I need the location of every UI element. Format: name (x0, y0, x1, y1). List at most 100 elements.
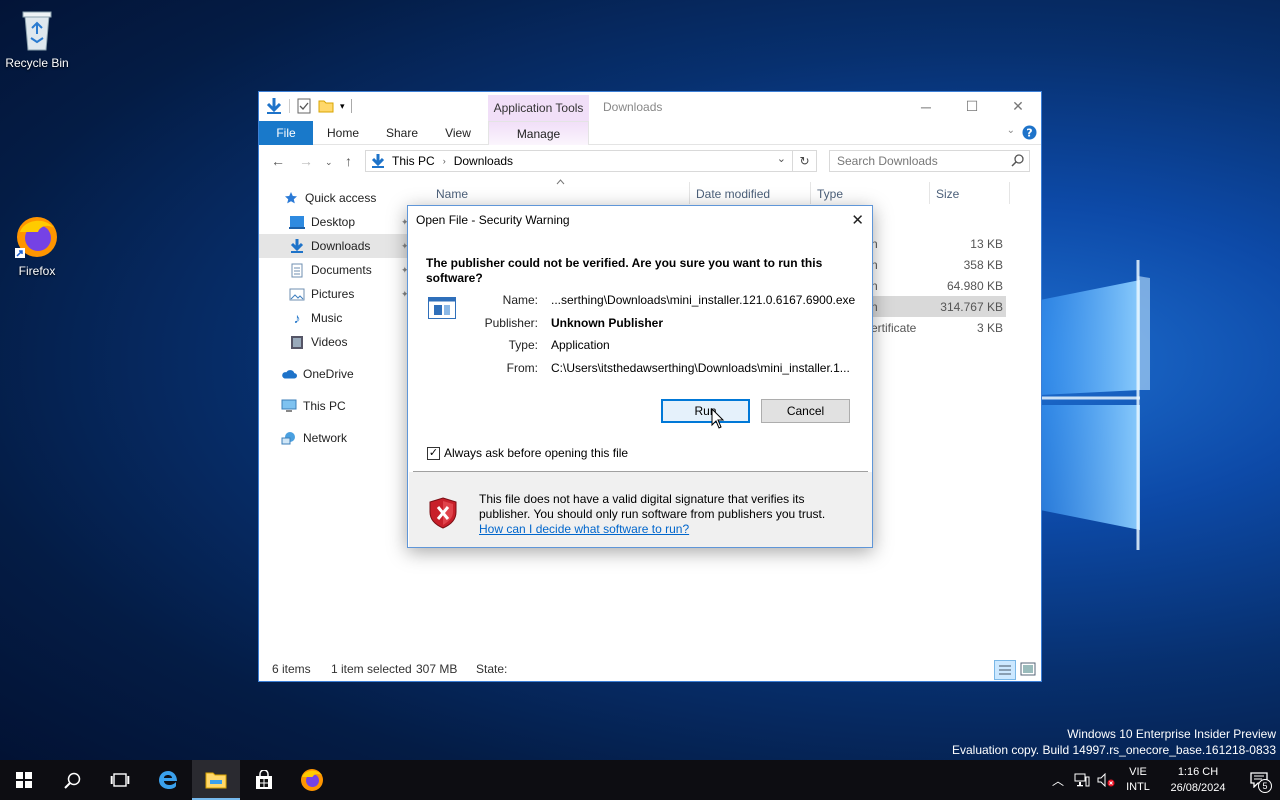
status-item-count: 6 items (272, 662, 311, 676)
language-code: VIE (1129, 766, 1147, 778)
nav-this-pc[interactable]: This PC (259, 394, 409, 418)
clock[interactable]: 1:16 CH 26/08/2024 (1158, 764, 1238, 796)
downloads-folder-icon (371, 154, 385, 168)
file-explorer-icon (205, 772, 227, 789)
help-link[interactable]: How can I decide what software to run? (479, 522, 689, 536)
field-label: Type: (508, 338, 538, 352)
nav-pictures[interactable]: Pictures ✦ (259, 282, 409, 306)
new-folder-icon[interactable] (318, 98, 334, 114)
tab-share[interactable]: Share (379, 121, 425, 145)
file-explorer-button[interactable] (192, 760, 240, 800)
run-button[interactable]: Run (661, 399, 750, 423)
checkbox-label: Always ask before opening this file (444, 446, 629, 460)
back-arrow-icon[interactable]: ← (271, 153, 285, 169)
tab-view[interactable]: View (437, 121, 479, 145)
network-status-icon[interactable] (1070, 760, 1094, 800)
address-dropdown-icon[interactable]: ⌄ (777, 152, 786, 165)
nav-label: This PC (303, 399, 346, 413)
address-bar[interactable]: This PC › Downloads ⌄ (365, 150, 793, 172)
details-view-icon[interactable] (994, 660, 1016, 680)
taskbar: ︿ VIE INTL 1:16 CH 26/08/2024 5 (0, 760, 1280, 800)
forward-arrow-icon[interactable]: → (299, 153, 313, 169)
nav-documents[interactable]: Documents ✦ (259, 258, 409, 282)
cancel-button[interactable]: Cancel (761, 399, 850, 423)
field-value-filename: ...serthing\Downloads\mini_installer.121… (551, 293, 856, 307)
nav-videos[interactable]: Videos (259, 330, 409, 354)
desktop-icon-recycle-bin[interactable]: Recycle Bin (0, 8, 74, 70)
qat-dropdown-icon[interactable]: ▾ (340, 101, 345, 112)
notification-count-badge: 5 (1258, 779, 1272, 793)
firefox-icon (301, 769, 323, 791)
desktop-icon-firefox[interactable]: Firefox (0, 214, 74, 278)
maximize-button[interactable]: ☐ (949, 92, 995, 121)
search-input[interactable]: Search Downloads (829, 150, 1030, 172)
security-warning-dialog: Open File - Security Warning ✕ The publi… (407, 205, 873, 548)
refresh-button[interactable]: ↻ (793, 150, 817, 172)
tab-home[interactable]: Home (321, 121, 365, 145)
nav-network[interactable]: Network (259, 426, 409, 450)
always-ask-checkbox[interactable]: ✓ Always ask before opening this file (427, 446, 628, 460)
input-language-indicator[interactable]: VIE INTL (1118, 765, 1158, 795)
download-arrow-icon[interactable] (265, 97, 283, 115)
column-header-name[interactable]: Name (436, 187, 468, 201)
tab-file[interactable]: File (259, 121, 313, 145)
nav-desktop[interactable]: Desktop ✦ (259, 210, 409, 234)
build-watermark: Windows 10 Enterprise Insider Preview Ev… (952, 726, 1276, 758)
star-icon (283, 190, 299, 206)
properties-icon[interactable] (296, 98, 312, 114)
nav-onedrive[interactable]: OneDrive (259, 362, 409, 386)
field-value-path: C:\Users\itsthedawserthing\Downloads\min… (551, 361, 850, 375)
status-selected: 1 item selected (331, 662, 412, 676)
expand-ribbon-icon[interactable]: ⌄ (1007, 125, 1015, 136)
show-hidden-icons-icon[interactable]: ︿ (1046, 760, 1070, 800)
breadcrumb-separator-icon[interactable]: › (443, 156, 446, 166)
nav-label: Documents (311, 263, 372, 277)
system-tray: ︿ VIE INTL 1:16 CH 26/08/2024 5 (1046, 760, 1280, 800)
column-header-date[interactable]: Date modified (696, 187, 770, 201)
nav-label: OneDrive (303, 367, 354, 381)
checkbox-checked-icon[interactable]: ✓ (427, 446, 440, 460)
status-state: State: (476, 662, 508, 676)
warning-text: This file does not have a valid digital … (479, 492, 826, 521)
breadcrumb-this-pc[interactable]: This PC (392, 154, 435, 168)
edge-button[interactable] (144, 760, 192, 800)
action-center-button[interactable]: 5 (1238, 760, 1280, 800)
store-button[interactable] (240, 760, 288, 800)
tab-manage[interactable]: Manage (488, 121, 589, 145)
search-button[interactable] (48, 760, 96, 800)
search-icon (63, 772, 80, 789)
row-size: 13 KB (970, 237, 1003, 251)
field-label: Name: (502, 293, 538, 307)
dialog-close-button[interactable]: ✕ (851, 211, 864, 229)
clock-date: 26/08/2024 (1170, 782, 1226, 794)
shield-warning-icon (429, 497, 457, 529)
help-icon[interactable]: ? (1022, 125, 1037, 140)
watermark-line: Evaluation copy. Build 14997.rs_onecore_… (951, 743, 1276, 757)
field-label: Publisher: (484, 316, 538, 330)
nav-downloads[interactable]: Downloads ✦ (259, 234, 409, 258)
windows-logo-wallpaper (1040, 260, 1150, 550)
minimize-button[interactable]: ─ (903, 92, 949, 121)
start-button[interactable] (0, 760, 48, 800)
contextual-tab-application-tools: Application Tools (488, 95, 589, 121)
row-size: 64.980 KB (946, 279, 1003, 293)
window-title: Downloads (603, 100, 663, 114)
recent-locations-icon[interactable]: ⌄ (325, 157, 333, 168)
field-label: From: (506, 361, 538, 375)
column-header-type[interactable]: Type (817, 187, 843, 201)
breadcrumb-downloads[interactable]: Downloads (454, 154, 513, 168)
field-value-type: Application (551, 338, 610, 352)
recycle-bin-icon (22, 11, 52, 51)
store-icon (256, 770, 272, 789)
search-icon[interactable] (1011, 154, 1024, 167)
field-value-publisher: Unknown Publisher (551, 316, 664, 330)
task-view-button[interactable] (96, 760, 144, 800)
firefox-taskbar-button[interactable] (288, 760, 336, 800)
nav-music[interactable]: ♪ Music (259, 306, 409, 330)
volume-muted-icon[interactable] (1094, 760, 1118, 800)
large-icons-view-icon[interactable] (1020, 662, 1036, 676)
column-header-size[interactable]: Size (936, 187, 959, 201)
close-button[interactable]: ✕ (995, 92, 1041, 121)
keyboard-layout: INTL (1126, 781, 1150, 793)
up-arrow-icon[interactable]: ↑ (345, 153, 352, 169)
